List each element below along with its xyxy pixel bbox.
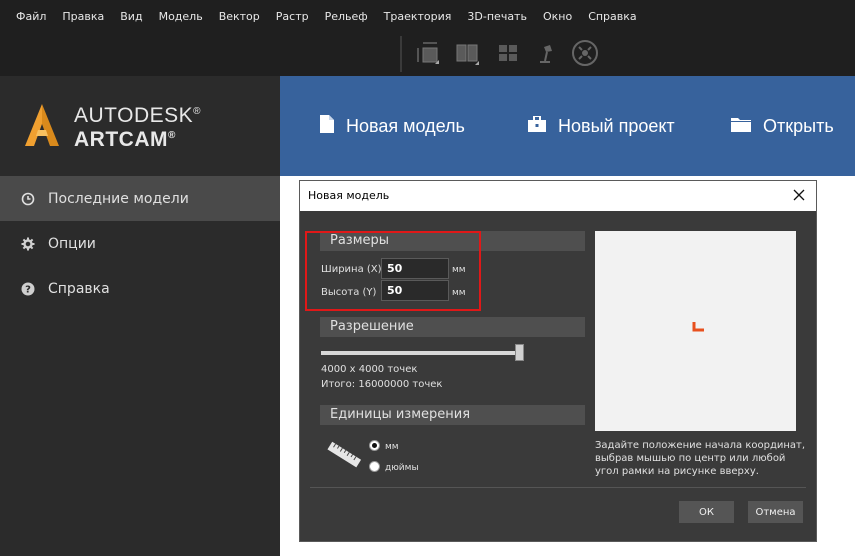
sidebar-nav: Последние модели Опции ? Справка (0, 176, 280, 311)
origin-preview[interactable] (595, 231, 796, 431)
dialog-separator (310, 487, 806, 488)
ok-button[interactable]: ОК (679, 501, 734, 523)
autodesk-artcam-logo: AUTODESK® ARTCAM® (22, 102, 222, 158)
close-icon[interactable] (790, 186, 808, 204)
units-section-header: Единицы измерения (320, 405, 585, 425)
gear-icon (20, 236, 36, 252)
dialog-title: Новая модель (308, 189, 390, 202)
resolution-slider-track[interactable] (321, 351, 521, 355)
briefcase-icon (528, 115, 546, 136)
resolution-slider-handle[interactable] (515, 344, 524, 361)
sidebar-item-help[interactable]: ? Справка (0, 266, 280, 311)
tile-view-icon[interactable] (493, 38, 523, 68)
document-icon (320, 115, 334, 137)
menu-toolpath[interactable]: Траектория (376, 10, 460, 23)
menu-window[interactable]: Окно (535, 10, 580, 23)
menu-view[interactable]: Вид (112, 10, 150, 23)
sidebar-item-label: Справка (48, 280, 110, 297)
sidebar-item-label: Последние модели (48, 190, 189, 207)
dialog-titlebar: Новая модель (300, 181, 816, 211)
ruler-icon (324, 438, 364, 472)
radio-mm[interactable] (369, 440, 380, 451)
new-project-button[interactable]: Новый проект (528, 114, 675, 138)
menu-model[interactable]: Модель (151, 10, 211, 23)
logo-autodesk-text: AUTODESK® (74, 104, 202, 127)
split-view-icon[interactable] (452, 38, 482, 68)
left-panel: AUTODESK® ARTCAM® Последние модели Опции… (0, 76, 280, 556)
lamp-icon[interactable] (533, 38, 563, 68)
menu-vector[interactable]: Вектор (211, 10, 268, 23)
origin-hint-text: Задайте положение начала координат, выбр… (595, 440, 806, 477)
new-model-dialog: Новая модель Размеры Ширина (X) 50 мм Вы… (299, 180, 817, 542)
folder-icon (731, 116, 751, 136)
menu-file[interactable]: Файл (8, 10, 54, 23)
origin-marker-icon (692, 322, 704, 332)
new-model-button[interactable]: Новая модель (320, 114, 465, 138)
resolution-total-text: Итого: 16000000 точек (321, 379, 443, 390)
artcam-a-icon (25, 104, 59, 146)
toolbar (0, 32, 855, 76)
radio-mm-label: мм (385, 442, 399, 452)
help-icon: ? (20, 281, 36, 297)
clock-icon (20, 191, 36, 207)
toolbar-separator (400, 36, 402, 72)
orbit-icon[interactable] (570, 38, 600, 68)
model-size-icon[interactable] (413, 38, 443, 68)
cancel-button[interactable]: Отмена (748, 501, 803, 523)
menu-help[interactable]: Справка (580, 10, 644, 23)
resolution-section-header: Разрешение (320, 317, 585, 337)
logo-artcam-text: ARTCAM® (74, 128, 176, 151)
menu-bar: Файл Правка Вид Модель Вектор Растр Рель… (0, 0, 855, 32)
sidebar-item-label: Опции (48, 235, 96, 252)
menu-3d-print[interactable]: 3D-печать (459, 10, 535, 23)
menu-bitmap[interactable]: Растр (268, 10, 317, 23)
menu-edit[interactable]: Правка (54, 10, 112, 23)
start-header: Новая модель Новый проект Открыть (280, 76, 855, 176)
menu-relief[interactable]: Рельеф (317, 10, 376, 23)
sidebar-item-options[interactable]: Опции (0, 221, 280, 266)
resolution-points-text: 4000 x 4000 точек (321, 364, 418, 375)
sidebar-item-recent-models[interactable]: Последние модели (0, 176, 280, 221)
svg-text:?: ? (25, 284, 31, 295)
radio-inches[interactable] (369, 461, 380, 472)
radio-inches-label: дюймы (385, 463, 419, 473)
highlight-box (305, 231, 481, 311)
open-button[interactable]: Открыть (731, 114, 834, 138)
